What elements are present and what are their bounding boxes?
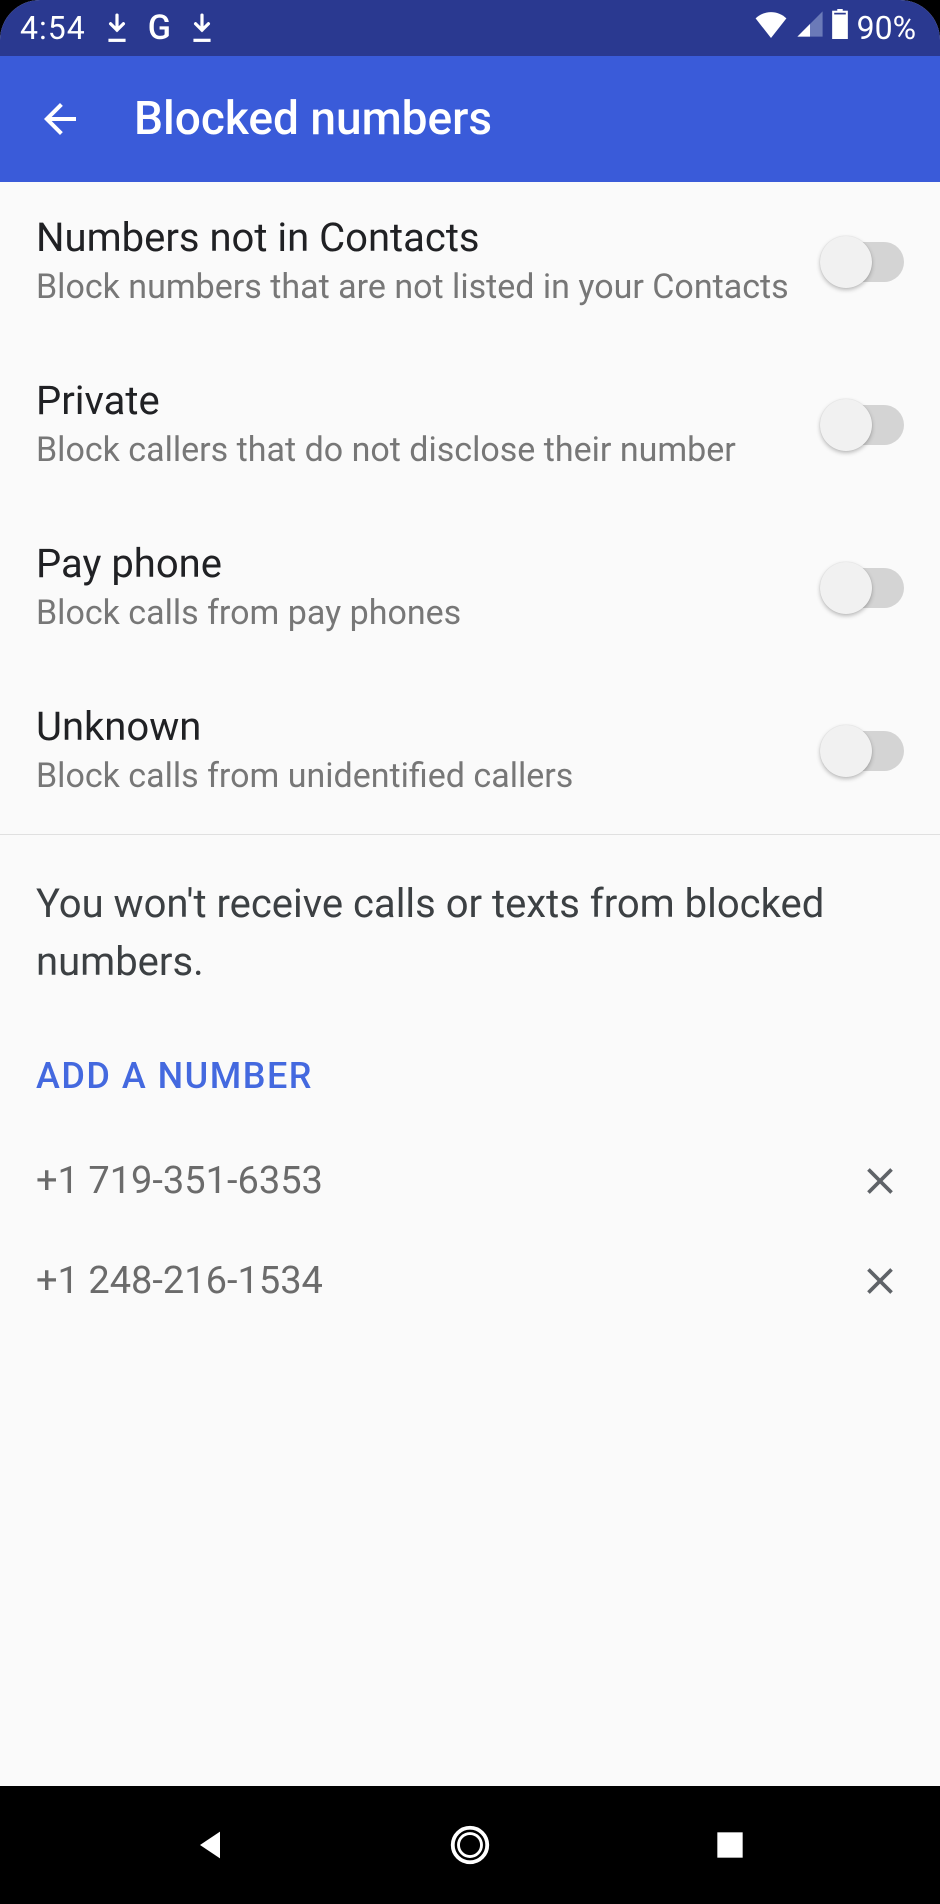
setting-text: Pay phone Block calls from pay phones xyxy=(36,540,822,637)
toggle-knob xyxy=(820,725,872,777)
circle-home-icon xyxy=(447,1822,493,1868)
cell-signal-icon xyxy=(795,10,825,46)
remove-blocked-button[interactable] xyxy=(856,1257,904,1305)
add-number-button[interactable]: ADD A NUMBER xyxy=(0,1001,349,1131)
download-icon xyxy=(104,13,130,43)
status-left: 4:54 G xyxy=(20,8,215,48)
app-bar: Blocked numbers xyxy=(0,56,940,182)
content-area: Numbers not in Contacts Block numbers th… xyxy=(0,182,940,1786)
status-bar: 4:54 G 90% xyxy=(0,0,940,56)
google-icon: G xyxy=(148,8,171,48)
status-time: 4:54 xyxy=(20,9,86,47)
setting-desc: Block calls from pay phones xyxy=(36,591,802,637)
setting-title: Private xyxy=(36,377,802,424)
blocked-number: +1 248-216-1534 xyxy=(36,1259,323,1303)
setting-desc: Block callers that do not disclose their… xyxy=(36,428,802,474)
nav-recent-button[interactable] xyxy=(670,1805,790,1885)
battery-percentage: 90% xyxy=(857,9,916,47)
close-icon xyxy=(858,1259,902,1303)
blocked-number: +1 719-351-6353 xyxy=(36,1159,323,1203)
page-title: Blocked numbers xyxy=(134,92,492,146)
setting-title: Numbers not in Contacts xyxy=(36,214,802,261)
wifi-icon xyxy=(753,10,789,46)
remove-blocked-button[interactable] xyxy=(856,1157,904,1205)
triangle-back-icon xyxy=(190,1823,230,1867)
setting-text: Private Block callers that do not disclo… xyxy=(36,377,822,474)
square-recent-icon xyxy=(711,1826,749,1864)
download-icon xyxy=(189,13,215,43)
status-right: 90% xyxy=(753,9,916,47)
toggle-knob xyxy=(820,562,872,614)
setting-desc: Block numbers that are not listed in you… xyxy=(36,265,802,311)
blocked-item: +1 719-351-6353 xyxy=(0,1131,940,1231)
setting-private[interactable]: Private Block callers that do not disclo… xyxy=(0,345,940,508)
setting-title: Unknown xyxy=(36,703,802,750)
nav-back-button[interactable] xyxy=(150,1805,270,1885)
nav-home-button[interactable] xyxy=(410,1805,530,1885)
blocked-info-text: You won't receive calls or texts from bl… xyxy=(0,835,940,1001)
toggle-private[interactable] xyxy=(822,405,904,445)
battery-icon xyxy=(831,9,849,47)
toggle-knob xyxy=(820,399,872,451)
arrow-back-icon xyxy=(36,95,84,143)
setting-text: Unknown Block calls from unidentified ca… xyxy=(36,703,822,800)
setting-desc: Block calls from unidentified callers xyxy=(36,754,802,800)
setting-title: Pay phone xyxy=(36,540,802,587)
setting-unknown[interactable]: Unknown Block calls from unidentified ca… xyxy=(0,671,940,834)
navigation-bar xyxy=(0,1786,940,1904)
toggle-pay-phone[interactable] xyxy=(822,568,904,608)
toggle-unknown[interactable] xyxy=(822,731,904,771)
setting-pay-phone[interactable]: Pay phone Block calls from pay phones xyxy=(0,508,940,671)
toggle-numbers-not-in-contacts[interactable] xyxy=(822,242,904,282)
toggle-knob xyxy=(820,236,872,288)
blocked-item: +1 248-216-1534 xyxy=(0,1231,940,1331)
back-button[interactable] xyxy=(36,95,84,143)
setting-numbers-not-in-contacts[interactable]: Numbers not in Contacts Block numbers th… xyxy=(0,182,940,345)
close-icon xyxy=(858,1159,902,1203)
setting-text: Numbers not in Contacts Block numbers th… xyxy=(36,214,822,311)
